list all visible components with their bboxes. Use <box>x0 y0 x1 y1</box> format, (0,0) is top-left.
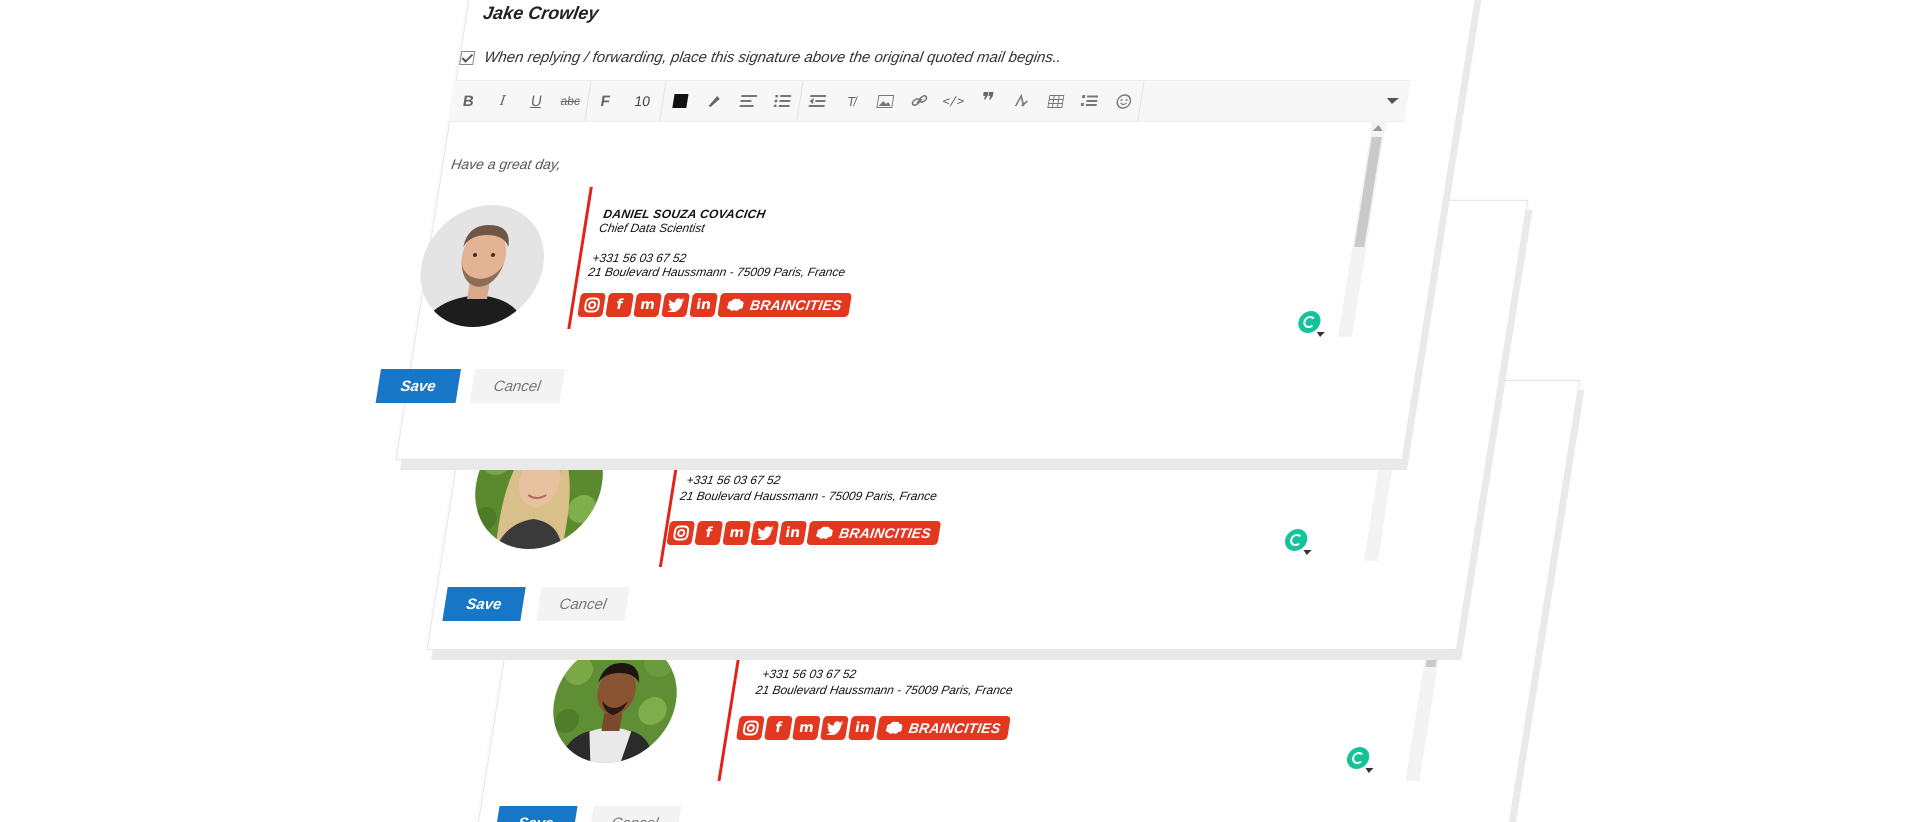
save-button[interactable]: Save <box>494 806 578 822</box>
instagram-icon[interactable] <box>735 716 765 740</box>
social-links: f m in BRAINCITIES <box>666 521 941 545</box>
cancel-button[interactable]: Cancel <box>536 587 630 621</box>
signature-address: 21 Boulevard Haussmann - 75009 Paris, Fr… <box>754 683 1014 697</box>
cancel-button[interactable]: Cancel <box>588 806 682 822</box>
grammarly-icon[interactable] <box>1296 311 1323 333</box>
placement-checkbox[interactable] <box>459 50 476 65</box>
linkedin-icon[interactable]: in <box>778 521 808 545</box>
facebook-icon[interactable]: f <box>605 293 635 317</box>
signature-name-heading: Jake Crowley <box>481 3 601 23</box>
brand-label: BRAINCITIES <box>907 720 1002 736</box>
signature-name: DANIEL SOUZA COVACICH <box>602 207 767 221</box>
scroll-up-icon[interactable] <box>1372 125 1384 131</box>
brain-icon <box>885 721 903 734</box>
stage: × Lead Developer +331 56 03 67 52 <box>0 0 1920 822</box>
signature-greeting: Have a great day, <box>450 156 563 172</box>
signature-phone: +331 56 03 67 52 <box>685 473 782 487</box>
brand-label: BRAINCITIES <box>748 297 844 313</box>
medium-icon[interactable]: m <box>633 293 663 317</box>
linkedin-icon[interactable]: in <box>847 716 877 740</box>
braincities-link[interactable]: BRAINCITIES <box>875 716 1011 740</box>
twitter-icon[interactable] <box>819 716 849 740</box>
emoji-icon[interactable] <box>1103 81 1145 121</box>
instagram-icon[interactable] <box>666 521 696 545</box>
social-links: f m in BRAINCITIES <box>577 293 852 317</box>
save-button[interactable]: Save <box>375 369 461 403</box>
signature-phone: +331 56 03 67 52 <box>761 667 858 681</box>
signature-title: Chief Data Scientist <box>598 221 706 235</box>
social-links: f m in BRAINCITIES <box>735 716 1011 740</box>
avatar-lead-developer <box>544 641 686 763</box>
twitter-icon[interactable] <box>661 293 691 317</box>
signature-address: 21 Boulevard Haussmann - 75009 Paris, Fr… <box>587 265 847 279</box>
facebook-icon[interactable]: f <box>694 521 724 545</box>
linkedin-icon[interactable]: in <box>689 293 719 317</box>
signature-divider <box>717 631 745 781</box>
brand-label: BRAINCITIES <box>837 525 933 541</box>
scrollbar[interactable] <box>1338 121 1387 337</box>
medium-icon[interactable]: m <box>791 716 821 740</box>
signature-editor-1: Jake Crowley When replying / forwarding,… <box>375 0 1477 460</box>
braincities-link[interactable]: BRAINCITIES <box>806 521 941 545</box>
scrollbar-thumb[interactable] <box>1354 137 1382 247</box>
cancel-button[interactable]: Cancel <box>469 369 565 403</box>
save-button[interactable]: Save <box>442 587 526 621</box>
facebook-icon[interactable]: f <box>763 716 793 740</box>
brain-icon <box>816 526 833 539</box>
toolbar-more-icon[interactable] <box>1374 81 1410 121</box>
instagram-icon[interactable] <box>577 293 607 317</box>
signature-address: 21 Boulevard Haussmann - 75009 Paris, Fr… <box>679 489 939 503</box>
grammarly-icon[interactable] <box>1345 747 1371 769</box>
avatar-daniel <box>411 205 553 327</box>
font-size-select[interactable]: 10 <box>619 81 667 121</box>
placement-checkbox-label: When replying / forwarding, place this s… <box>482 49 1063 66</box>
signature-placement-option[interactable]: When replying / forwarding, place this s… <box>459 49 1063 66</box>
grammarly-icon[interactable] <box>1283 529 1309 551</box>
signature-phone: +331 56 03 67 52 <box>591 251 688 265</box>
editor-toolbar: B I U abc F 10 T̸ </> ❞ <box>448 80 1411 122</box>
twitter-icon[interactable] <box>750 521 780 545</box>
brain-icon <box>727 298 744 311</box>
braincities-link[interactable]: BRAINCITIES <box>717 293 852 317</box>
medium-icon[interactable]: m <box>722 521 752 545</box>
